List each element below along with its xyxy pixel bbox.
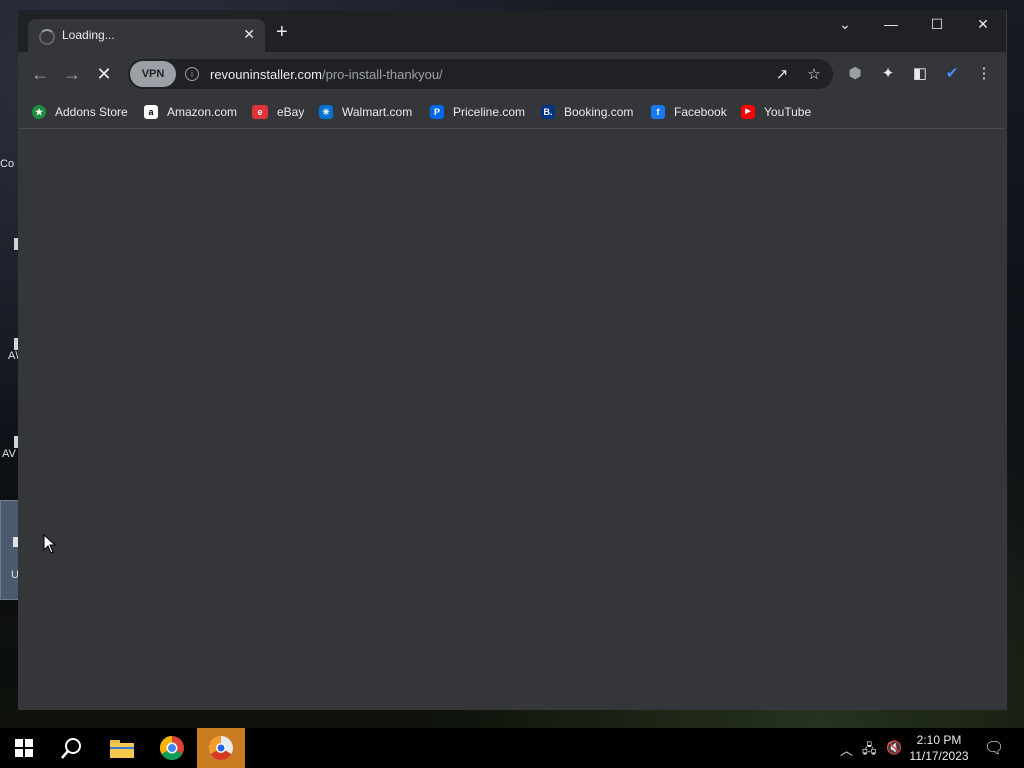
windows-logo-icon xyxy=(15,739,33,757)
system-clock[interactable]: 2:10 PM 11/17/2023 xyxy=(902,732,976,764)
action-center-icon[interactable]: 🗨 xyxy=(984,738,1004,758)
booking-icon: B. xyxy=(541,105,555,119)
start-button[interactable] xyxy=(0,728,48,768)
back-button[interactable]: ← xyxy=(28,64,52,84)
bookmark-walmart[interactable]: ✳ Walmart.com xyxy=(319,103,412,121)
search-icon xyxy=(61,738,81,759)
address-bar[interactable]: VPN i revouninstaller.com/pro-install-th… xyxy=(128,59,833,89)
maximize-button[interactable]: ☐ xyxy=(922,16,952,33)
desktop-icon-label: A\ xyxy=(8,350,19,362)
show-hidden-icons[interactable]: ︿ xyxy=(840,740,853,759)
bookmark-star-icon[interactable]: ☆ xyxy=(804,65,824,83)
file-explorer-button[interactable] xyxy=(98,728,146,768)
clock-time: 2:10 PM xyxy=(916,733,962,747)
bookmark-label: Booking.com xyxy=(564,105,634,119)
bookmark-label: YouTube xyxy=(764,105,812,119)
loading-spinner-icon xyxy=(39,29,55,45)
bookmark-youtube[interactable]: ▶ YouTube xyxy=(741,103,811,121)
volume-muted-icon[interactable]: 🔇 xyxy=(886,740,902,756)
forward-button[interactable]: → xyxy=(60,64,84,84)
network-icon[interactable]: 🖧 xyxy=(862,740,877,762)
stop-loading-button[interactable]: ✕ xyxy=(92,64,116,84)
bookmark-label: eBay xyxy=(277,105,305,119)
walmart-icon: ✳ xyxy=(319,105,333,119)
desktop-icon-selected[interactable]: U xyxy=(0,500,20,600)
chrome-icon xyxy=(160,736,184,760)
avast-browser-taskbar-button[interactable] xyxy=(197,728,245,768)
browser-menu-icon[interactable]: ⋮ xyxy=(974,64,994,84)
page-content-area[interactable] xyxy=(18,129,1006,710)
bookmark-priceline[interactable]: P Priceline.com xyxy=(430,103,525,121)
facebook-icon: f xyxy=(651,105,665,119)
bookmark-facebook[interactable]: f Facebook xyxy=(651,103,727,121)
mouse-cursor-icon xyxy=(43,534,57,554)
bookmark-booking[interactable]: B. Booking.com xyxy=(541,103,633,121)
vpn-extension-icon[interactable]: ✔ xyxy=(942,64,962,84)
bookmarks-bar: ★ Addons Store a Amazon.com e eBay ✳ Walmart… xyxy=(18,96,1006,129)
chrome-taskbar-button[interactable] xyxy=(148,728,196,768)
desktop-icon-label: Co xyxy=(0,158,15,170)
youtube-icon: ▶ xyxy=(741,105,755,119)
tab-title: Loading... xyxy=(62,28,115,42)
site-info-icon[interactable]: i xyxy=(185,67,199,81)
avast-browser-icon xyxy=(209,736,233,760)
search-button[interactable] xyxy=(48,728,96,768)
vpn-label: VPN xyxy=(141,68,165,80)
vpn-button[interactable]: VPN xyxy=(130,61,176,87)
addons-store-icon: ★ xyxy=(32,105,46,119)
extensions-puzzle-icon[interactable]: ✦ xyxy=(878,64,898,84)
share-icon[interactable]: ↗ xyxy=(772,65,792,83)
minimize-button[interactable]: — xyxy=(876,16,906,32)
extension-shield-icon[interactable]: ⬢ xyxy=(845,64,865,84)
bookmark-label: Facebook xyxy=(674,105,727,119)
bookmark-label: Amazon.com xyxy=(167,105,238,119)
bookmark-label: Walmart.com xyxy=(342,105,413,119)
folder-icon xyxy=(110,740,134,758)
close-window-button[interactable]: ✕ xyxy=(968,16,998,33)
browser-tab[interactable]: Loading... ✕ xyxy=(28,19,265,52)
url-path: /pro-install-thankyou/ xyxy=(322,67,443,82)
bookmark-label: Addons Store xyxy=(55,105,128,119)
clock-date: 11/17/2023 xyxy=(909,749,969,763)
desktop-icon-label: AV xyxy=(2,448,16,460)
browser-toolbar: ← → ✕ VPN i revouninstaller.com/pro-inst… xyxy=(18,52,1006,96)
side-panel-icon[interactable]: ◧ xyxy=(910,64,930,84)
browser-window: Loading... ✕ + ⌄ — ☐ ✕ ← → ✕ VPN i revou… xyxy=(18,10,1007,710)
priceline-icon: P xyxy=(430,105,444,119)
tab-strip: Loading... ✕ + ⌄ — ☐ ✕ xyxy=(18,10,1006,52)
url-text[interactable]: revouninstaller.com/pro-install-thankyou… xyxy=(210,67,443,82)
taskbar: ︿ 🖧 🔇 2:10 PM 11/17/2023 🗨 xyxy=(0,728,1024,768)
url-host: revouninstaller.com xyxy=(210,67,322,82)
bookmark-addons-store[interactable]: ★ Addons Store xyxy=(32,103,128,121)
bookmark-amazon[interactable]: a Amazon.com xyxy=(144,103,237,121)
bookmark-label: Priceline.com xyxy=(453,105,526,119)
new-tab-button[interactable]: + xyxy=(276,22,288,42)
bookmark-ebay[interactable]: e eBay xyxy=(252,103,304,121)
amazon-icon: a xyxy=(144,105,158,119)
tab-search-button[interactable]: ⌄ xyxy=(830,16,860,33)
ebay-icon: e xyxy=(252,105,268,119)
tab-close-icon[interactable]: ✕ xyxy=(243,26,255,43)
